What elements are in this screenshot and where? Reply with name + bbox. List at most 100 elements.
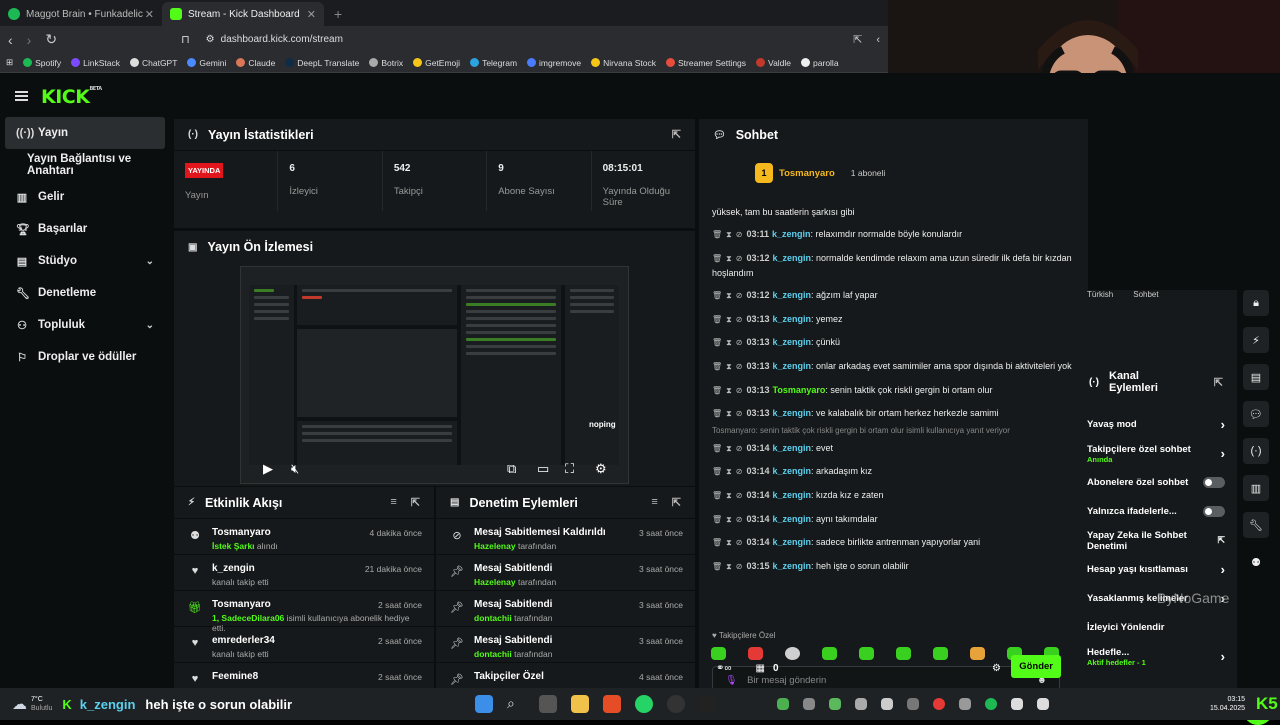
wrench-icon[interactable]: 🔧︎ bbox=[1243, 512, 1269, 538]
delete-icon[interactable]: 🗑︎ bbox=[712, 230, 722, 239]
volume-icon[interactable] bbox=[1037, 698, 1049, 710]
timeout-icon[interactable]: ⧗ bbox=[726, 386, 732, 395]
ban-icon[interactable]: ⊘ bbox=[736, 562, 743, 571]
delete-icon[interactable]: 🗑︎ bbox=[712, 315, 722, 324]
ban-icon[interactable]: ⊘ bbox=[736, 515, 743, 524]
chat-message[interactable]: 🗑︎ ⧗ ⊘ 03:14 k_zengin: aynı takımdalar bbox=[699, 512, 1088, 527]
popout-icon[interactable]: ⇱ bbox=[672, 496, 681, 509]
sidebar-item-gelir[interactable]: ▥ Gelir bbox=[0, 181, 172, 213]
chat-message[interactable]: 🗑︎ ⧗ ⊘ 03:13 Tosmanyaro: senin taktik çok ri… bbox=[699, 383, 1088, 398]
ban-icon[interactable]: ⊘ bbox=[736, 386, 743, 395]
lightning-icon[interactable]: ⚡︎ bbox=[1243, 327, 1269, 353]
fullscreen-icon[interactable]: ⛶ bbox=[565, 461, 574, 477]
bookmark-deepl[interactable]: DeepL Translate bbox=[285, 58, 359, 68]
brave-icon[interactable] bbox=[603, 695, 621, 713]
bookmark-parolla[interactable]: parolla bbox=[801, 58, 839, 68]
chat-message[interactable]: 🗑︎ ⧗ ⊘ 03:13 k_zengin: yemez bbox=[699, 312, 1088, 327]
emote-icon[interactable] bbox=[748, 647, 763, 660]
wifi-icon[interactable] bbox=[1011, 698, 1023, 710]
settings-link-icon[interactable]: ⚭∞ bbox=[716, 663, 732, 674]
chat-message[interactable]: 🗑︎ ⧗ ⊘ 03:11 k_zengin: relaxımdır normalde b… bbox=[699, 227, 1088, 242]
delete-icon[interactable]: 🗑︎ bbox=[712, 562, 722, 571]
tray-icon[interactable] bbox=[803, 698, 815, 710]
emote-icon[interactable] bbox=[896, 647, 911, 660]
chat-message[interactable]: 🗑︎ ⧗ ⊘ 03:14 k_zengin: evet bbox=[699, 441, 1088, 456]
bookmark-botrix[interactable]: Botrix bbox=[369, 58, 403, 68]
delete-icon[interactable]: 🗑︎ bbox=[712, 254, 722, 263]
community-icon[interactable]: ⚉ bbox=[1243, 549, 1269, 575]
delete-icon[interactable]: 🗑︎ bbox=[712, 538, 722, 547]
chat-bubble-icon[interactable]: 💬︎ bbox=[1243, 401, 1269, 427]
tray-icon[interactable] bbox=[907, 698, 919, 710]
ban-icon[interactable]: ⊘ bbox=[736, 315, 743, 324]
chat-message[interactable]: 🗑︎ ⧗ ⊘ 03:14 k_zengin: arkadaşım kız bbox=[699, 464, 1088, 479]
delete-icon[interactable]: 🗑︎ bbox=[712, 386, 722, 395]
channel-action-row[interactable]: Yapay Zeka ile Sohbet Denetimi ⇱ bbox=[1077, 526, 1237, 555]
pip-icon[interactable]: ⧉ bbox=[507, 461, 516, 477]
share-icon[interactable]: ⇱ bbox=[853, 33, 862, 46]
back-icon-right[interactable]: ‹ bbox=[876, 34, 880, 46]
tray-icon[interactable] bbox=[777, 698, 789, 710]
menu-icon[interactable] bbox=[15, 91, 28, 101]
timeout-icon[interactable]: ⧗ bbox=[726, 409, 732, 418]
sidebar-item-yayin[interactable]: ((·)) Yayın bbox=[5, 117, 165, 149]
reload-icon[interactable]: ↻ bbox=[45, 31, 57, 48]
timeout-icon[interactable]: ⧗ bbox=[726, 254, 732, 263]
browser-tab-spotify[interactable]: Maggot Brain • Funkadelic ✕ bbox=[0, 2, 162, 26]
lock-icon[interactable]: 🔒︎ bbox=[1243, 290, 1269, 316]
obs-icon[interactable] bbox=[667, 695, 685, 713]
channel-action-row[interactable]: Yalnızca ifadelerle... bbox=[1077, 497, 1237, 526]
delete-icon[interactable]: 🗑︎ bbox=[712, 515, 722, 524]
back-icon[interactable]: ‹ bbox=[8, 32, 13, 48]
tray-icon[interactable] bbox=[881, 698, 893, 710]
timeout-icon[interactable]: ⧗ bbox=[726, 291, 732, 300]
emote-icon[interactable] bbox=[822, 647, 837, 660]
emote-icon[interactable] bbox=[970, 647, 985, 660]
new-tab-button[interactable]: + bbox=[324, 2, 352, 26]
timeout-icon[interactable]: ⧗ bbox=[726, 562, 732, 571]
chat-message[interactable]: 🗑︎ ⧗ ⊘ 03:15 k_zengin: heh işte o sorun olab… bbox=[699, 559, 1088, 574]
broadcast-icon[interactable]: (·) bbox=[1243, 438, 1269, 464]
sidebar-item-basarilar[interactable]: 🏆︎ Başarılar bbox=[0, 213, 172, 245]
toggle-switch[interactable] bbox=[1203, 506, 1225, 517]
timeout-icon[interactable]: ⧗ bbox=[726, 467, 732, 476]
search-icon[interactable]: ⌕ bbox=[507, 695, 525, 713]
delete-icon[interactable]: 🗑︎ bbox=[712, 491, 722, 500]
bookmark-telegram[interactable]: Telegram bbox=[470, 58, 517, 68]
stream-preview-video[interactable]: noping ▶ 🔇︎ ⧉ ▭ ⛶ ⚙ bbox=[240, 266, 629, 484]
channel-action-row[interactable]: Hedefle... Aktif hedefler - 1 › bbox=[1077, 642, 1237, 671]
ban-icon[interactable]: ⊘ bbox=[736, 444, 743, 453]
channel-action-row[interactable]: Hesap yaşı kısıtlaması › bbox=[1077, 555, 1237, 584]
pinned-message[interactable]: 1 Tosmanyaro 1 aboneli bbox=[755, 163, 885, 183]
timeout-icon[interactable]: ⧗ bbox=[726, 230, 732, 239]
popout-icon[interactable]: ⇱ bbox=[672, 128, 681, 141]
browser-tab-kick[interactable]: Stream - Kick Dashboard ✕ bbox=[162, 2, 324, 26]
channel-action-row[interactable]: Takipçilere özel sohbet Anında › bbox=[1077, 439, 1237, 468]
close-tab-icon[interactable]: ✕ bbox=[307, 8, 316, 21]
ban-icon[interactable]: ⊘ bbox=[736, 338, 743, 347]
chat-message[interactable]: 🗑︎ ⧗ ⊘ 03:14 k_zengin: kızda kız e zaten bbox=[699, 488, 1088, 503]
emote-icon[interactable] bbox=[933, 647, 948, 660]
tray-icon[interactable] bbox=[933, 698, 945, 710]
chat-message[interactable]: 🗑︎ ⧗ ⊘ 03:12 k_zengin: ağzım laf yapar bbox=[699, 288, 1088, 303]
site-info-icon[interactable]: ⚙ bbox=[206, 34, 215, 45]
clock[interactable]: 03:15 15.04.2025 bbox=[1210, 695, 1245, 713]
bookmark-claude[interactable]: Claude bbox=[236, 58, 275, 68]
epic-games-icon[interactable] bbox=[699, 695, 717, 713]
chat-message[interactable]: 🗑︎ ⧗ ⊘ 03:13 k_zengin: ve kalabalık bir orta… bbox=[699, 406, 1088, 421]
bookmark-gemini[interactable]: Gemini bbox=[187, 58, 226, 68]
emote-icon[interactable] bbox=[859, 647, 874, 660]
send-button[interactable]: Gönder bbox=[1011, 655, 1061, 678]
filter-icon[interactable]: ≡ bbox=[390, 496, 396, 509]
timeout-icon[interactable]: ⧗ bbox=[726, 515, 732, 524]
sidebar-item-droplar[interactable]: ⚐ Droplar ve ödüller bbox=[0, 341, 172, 373]
bookmark-streamer-settings[interactable]: Streamer Settings bbox=[666, 58, 746, 68]
channel-action-row[interactable]: Abonelere özel sohbet bbox=[1077, 468, 1237, 497]
toggle-switch[interactable] bbox=[1203, 477, 1225, 488]
bookmark-getemoji[interactable]: GetEmoji bbox=[413, 58, 460, 68]
document-icon[interactable]: ▤ bbox=[1243, 364, 1269, 390]
delete-icon[interactable]: 🗑︎ bbox=[712, 291, 722, 300]
windows-start-icon[interactable] bbox=[475, 695, 493, 713]
timeout-icon[interactable]: ⧗ bbox=[726, 538, 732, 547]
close-tab-icon[interactable]: ✕ bbox=[145, 8, 154, 21]
